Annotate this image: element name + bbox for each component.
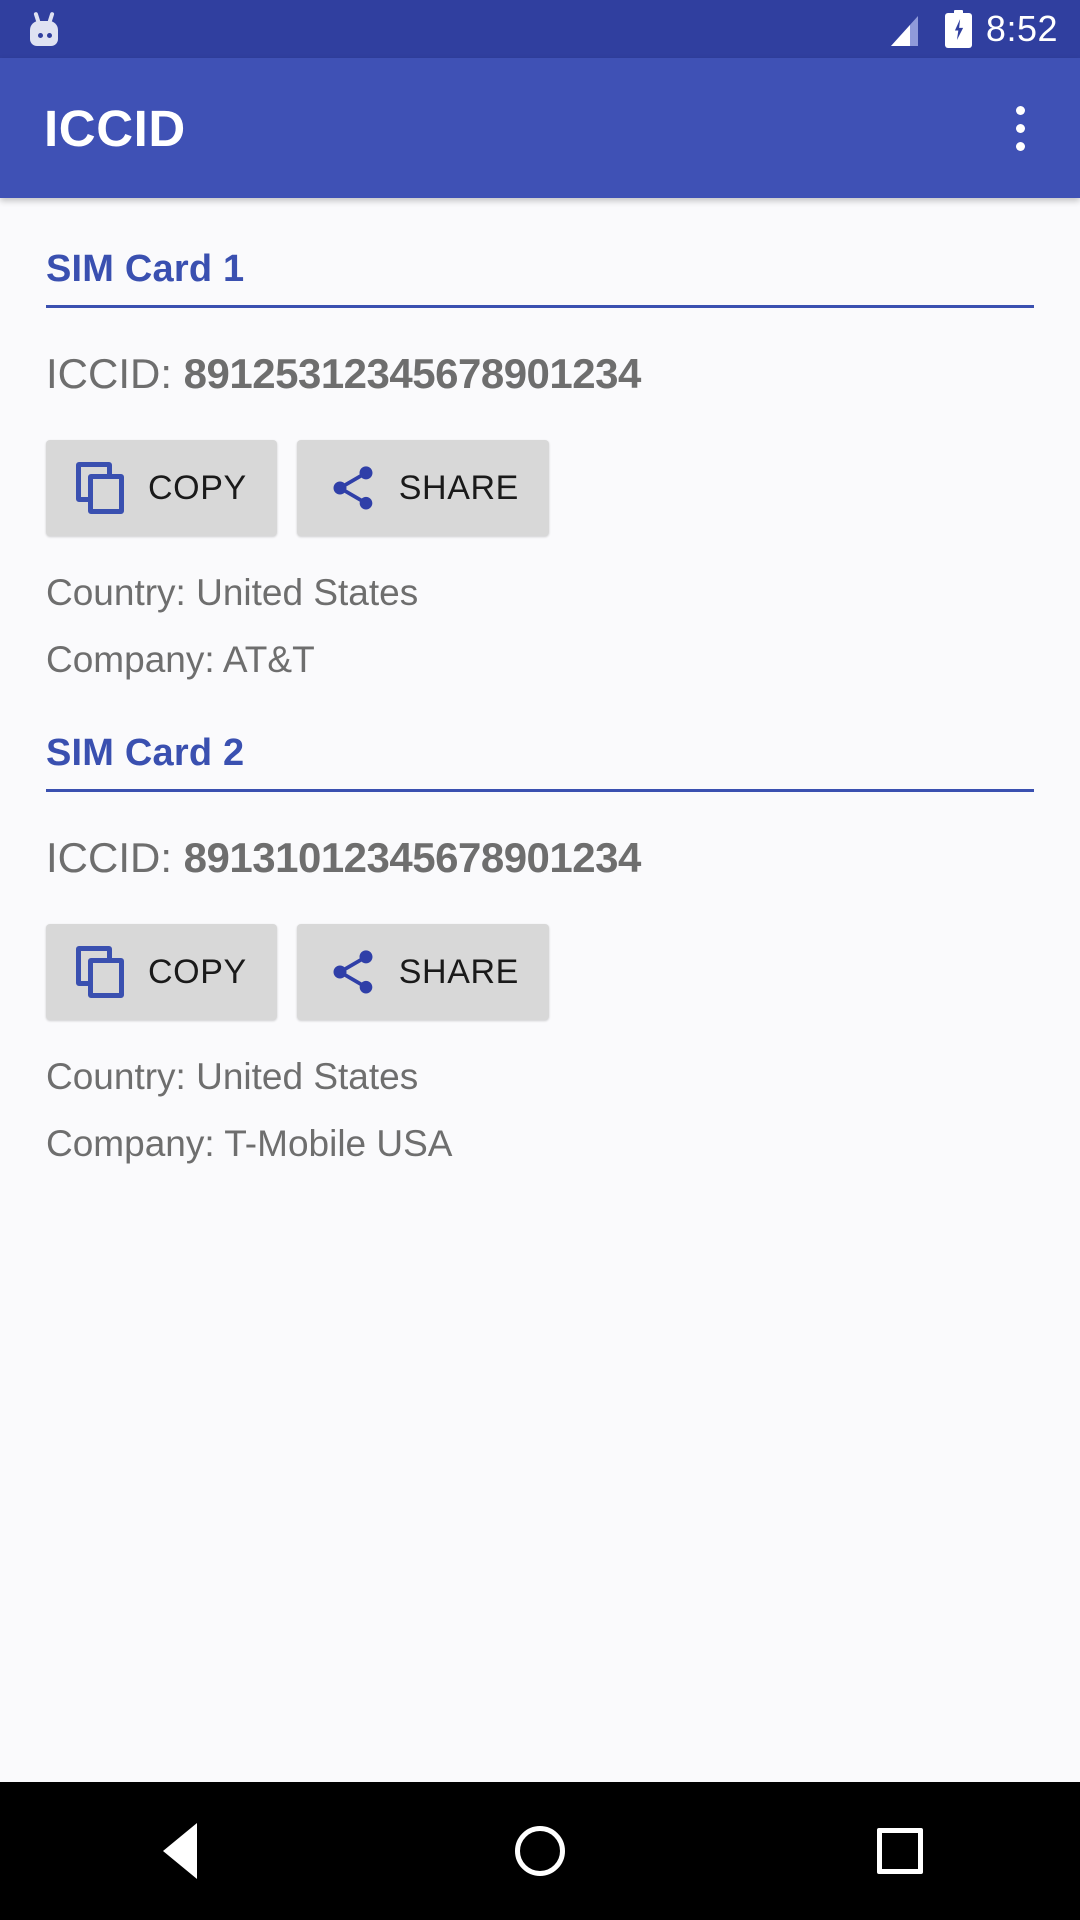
copy-icon — [76, 462, 128, 514]
sim-card-1-share-label: SHARE — [399, 469, 519, 508]
status-bar: 8:52 — [0, 0, 1080, 58]
back-button[interactable] — [105, 1782, 255, 1920]
battery-charging-icon — [945, 10, 972, 48]
status-bar-clock: 8:52 — [986, 11, 1058, 47]
share-icon — [327, 946, 379, 998]
sim-card-2-title: SIM Card 2 — [46, 682, 1034, 789]
sim-card-1-share-button[interactable]: SHARE — [297, 440, 549, 536]
sim-card-2-country: Country: United States — [46, 1020, 1034, 1099]
sim-card-2-iccid-value: 89131012345678901234 — [184, 834, 641, 881]
share-icon — [327, 462, 379, 514]
sim-card-1-block: SIM Card 1 ICCID: 89125312345678901234 C… — [46, 198, 1034, 682]
navigation-bar — [0, 1782, 1080, 1920]
sim-card-1-copy-label: COPY — [148, 469, 247, 508]
back-triangle-icon — [163, 1823, 197, 1879]
sim-card-1-title: SIM Card 1 — [46, 198, 1034, 305]
sim-card-2-block: SIM Card 2 ICCID: 89131012345678901234 C… — [46, 682, 1034, 1166]
sim-card-2-share-label: SHARE — [399, 953, 519, 992]
android-marshmallow-icon — [24, 9, 64, 49]
signal-bars-icon — [891, 12, 931, 46]
sim-card-1-iccid-value: 89125312345678901234 — [184, 350, 641, 397]
status-indicators: 8:52 — [891, 10, 1058, 48]
home-circle-icon — [515, 1826, 565, 1876]
sim-card-1-iccid-label: ICCID: — [46, 350, 184, 397]
more-vert-icon[interactable] — [990, 90, 1050, 166]
page-title: ICCID — [44, 99, 186, 158]
sim-card-1-company: Company: AT&T — [46, 615, 1034, 682]
main-content: SIM Card 1 ICCID: 89125312345678901234 C… — [0, 198, 1080, 1782]
sim-card-2-company: Company: T-Mobile USA — [46, 1099, 1034, 1166]
sim-card-2-copy-button[interactable]: COPY — [46, 924, 277, 1020]
sim-card-1-actions: COPY SHARE — [46, 398, 1034, 536]
sim-card-1-iccid-row: ICCID: 89125312345678901234 — [46, 308, 1034, 398]
sim-card-2-iccid-label: ICCID: — [46, 834, 184, 881]
sim-card-2-iccid-row: ICCID: 89131012345678901234 — [46, 792, 1034, 882]
recents-button[interactable] — [825, 1782, 975, 1920]
sim-card-1-country: Country: United States — [46, 536, 1034, 615]
app-bar: ICCID — [0, 58, 1080, 198]
sim-card-2-share-button[interactable]: SHARE — [297, 924, 549, 1020]
copy-icon — [76, 946, 128, 998]
recents-square-icon — [877, 1828, 923, 1874]
home-button[interactable] — [465, 1782, 615, 1920]
sim-card-1-copy-button[interactable]: COPY — [46, 440, 277, 536]
sim-card-2-copy-label: COPY — [148, 953, 247, 992]
sim-card-2-actions: COPY SHARE — [46, 882, 1034, 1020]
